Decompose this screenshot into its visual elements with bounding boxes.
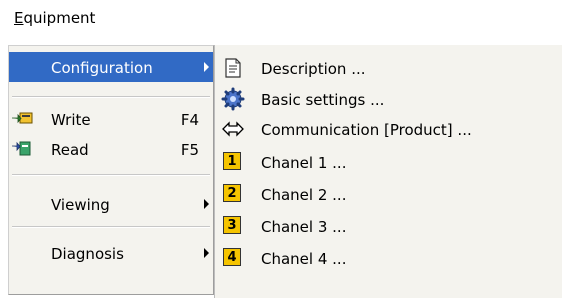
menu-item-label: Configuration [51, 59, 153, 77]
number-3-icon: 3 [223, 216, 241, 234]
submenu-arrow-icon [204, 248, 209, 258]
write-icon [11, 109, 33, 127]
number-4-icon: 4 [223, 248, 241, 266]
submenu-item-chanel-4[interactable]: 4 Chanel 4 ... [215, 243, 555, 273]
submenu-arrow-icon [204, 199, 209, 209]
menu-item-write[interactable]: Write F4 [9, 104, 213, 134]
submenu-item-chanel-3[interactable]: 3 Chanel 3 ... [215, 211, 555, 241]
menu-equipment-label: quipment [23, 9, 96, 27]
menu-separator [12, 226, 210, 228]
submenu-item-communication[interactable]: Communication [Product] ... [215, 114, 555, 144]
menu-separator [12, 96, 210, 98]
menu-item-diagnosis[interactable]: Diagnosis [9, 238, 213, 268]
document-icon [221, 56, 245, 80]
menu-item-label: Viewing [51, 196, 110, 214]
configuration-submenu: Description ... Basic settings ... Commu… [214, 45, 562, 298]
menubar: Equipment [0, 0, 562, 38]
submenu-item-label: Chanel 4 ... [261, 250, 347, 268]
menu-item-read[interactable]: Read F5 [9, 134, 213, 164]
menu-separator [12, 174, 210, 176]
submenu-item-chanel-1[interactable]: 1 Chanel 1 ... [215, 147, 555, 177]
menu-item-label: Read [51, 141, 89, 159]
submenu-item-label: Basic settings ... [261, 91, 385, 109]
submenu-item-label: Chanel 1 ... [261, 154, 347, 172]
submenu-item-chanel-2[interactable]: 2 Chanel 2 ... [215, 179, 555, 209]
menu-item-label: Write [51, 111, 91, 129]
menu-equipment[interactable]: Equipment [14, 9, 95, 27]
menu-item-viewing[interactable]: Viewing [9, 189, 213, 219]
submenu-item-label: Chanel 2 ... [261, 186, 347, 204]
submenu-item-basic-settings[interactable]: Basic settings ... [215, 84, 555, 114]
submenu-item-description[interactable]: Description ... [215, 53, 555, 83]
number-1-icon: 1 [223, 152, 241, 170]
shortcut-text: F4 [180, 111, 199, 129]
number-2-icon: 2 [223, 184, 241, 202]
gear-icon [221, 87, 245, 111]
submenu-item-label: Chanel 3 ... [261, 218, 347, 236]
menu-item-configuration[interactable]: Configuration [9, 52, 213, 82]
submenu-item-label: Description ... [261, 60, 366, 78]
double-arrow-icon [221, 117, 245, 141]
menu-item-label: Diagnosis [51, 245, 124, 263]
submenu-arrow-icon [204, 62, 209, 72]
equipment-menu: Configuration Write F4 Read F5 Viewing D… [8, 45, 214, 295]
submenu-item-label: Communication [Product] ... [261, 121, 472, 139]
read-icon [11, 139, 33, 157]
shortcut-text: F5 [180, 141, 199, 159]
